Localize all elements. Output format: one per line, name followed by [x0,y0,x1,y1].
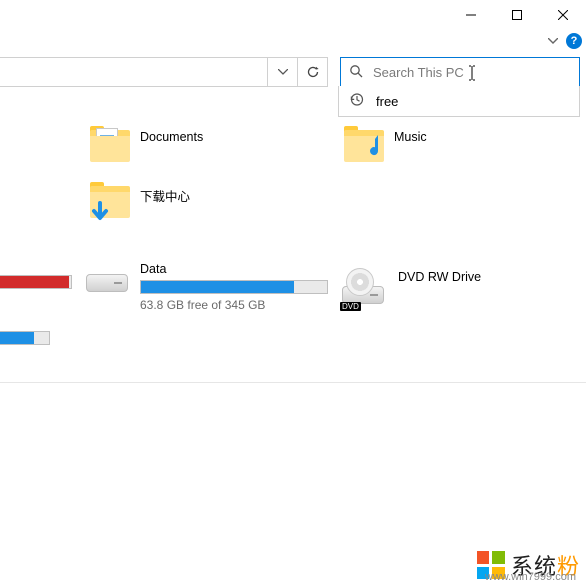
folder-documents[interactable]: Documents [90,128,280,168]
section-divider [0,382,586,383]
dvd-drive-icon: DVD [342,272,386,306]
address-history-button[interactable] [267,58,297,86]
music-folder-icon [344,128,384,168]
address-bar[interactable] [0,57,328,87]
hdd-icon [86,268,128,294]
search-icon [349,64,363,81]
search-input[interactable]: Search This PC [340,57,580,87]
text-cursor-icon [465,64,479,82]
ribbon-collapse-button[interactable] [546,34,560,48]
refresh-button[interactable] [297,58,327,86]
maximize-button[interactable] [494,0,540,30]
folder-label: 下载中心 [140,184,190,205]
folder-music[interactable]: Music [344,128,534,168]
minimize-button[interactable] [448,0,494,30]
drive-label: DVD RW Drive [398,264,481,284]
ribbon-strip: ? [0,30,586,52]
search-suggestions-dropdown: free [338,86,580,117]
folder-label: Documents [140,128,203,144]
drive-label: Data [140,260,328,276]
drive-usage-bar-partial [0,275,72,289]
download-folder-icon [90,184,130,224]
watermark-url: www.win7999.com [485,571,576,583]
title-bar [0,0,586,30]
folder-download-center[interactable]: 下载中心 [90,184,280,224]
drive-usage-bar-partial [0,331,50,345]
dvd-badge: DVD [340,302,361,311]
drive-dvd[interactable]: DVD DVD RW Drive [342,264,586,306]
search-suggestion-item[interactable]: free [339,86,579,116]
close-button[interactable] [540,0,586,30]
help-button[interactable]: ? [566,33,582,49]
drive-data[interactable]: Data 63.8 GB free of 345 GB [86,260,346,312]
folder-label: Music [394,128,427,144]
history-icon [349,92,364,110]
documents-folder-icon [90,128,130,168]
search-suggestion-label: free [376,94,398,109]
navigation-row: Search This PC [0,54,586,90]
drive-status-text: 63.8 GB free of 345 GB [140,298,328,312]
drive-usage-bar [140,280,328,294]
